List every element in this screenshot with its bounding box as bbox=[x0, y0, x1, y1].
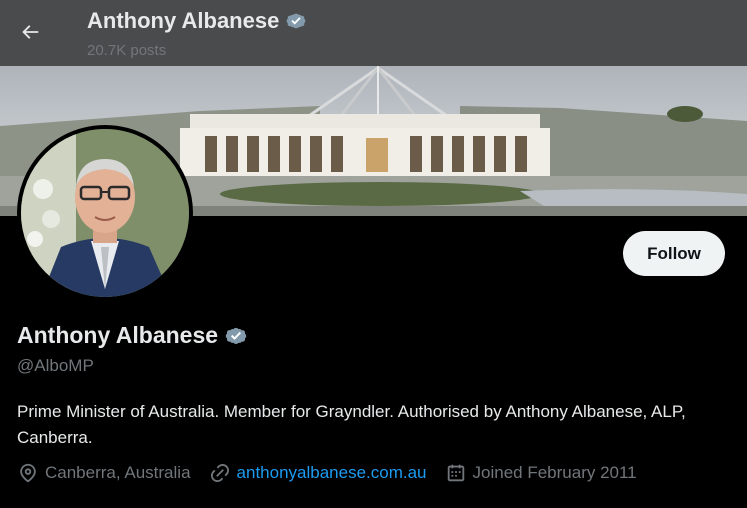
profile-avatar[interactable] bbox=[17, 125, 193, 301]
website-link[interactable]: anthonyalbanese.com.au bbox=[237, 463, 427, 483]
posts-count: 20.7K posts bbox=[87, 42, 167, 59]
profile-location: Canberra, Australia bbox=[17, 462, 191, 484]
verified-badge-icon bbox=[286, 13, 306, 29]
back-button[interactable] bbox=[14, 16, 46, 48]
profile-joined: Joined February 2011 bbox=[445, 462, 637, 484]
calendar-icon bbox=[447, 464, 464, 482]
location-pin-icon bbox=[20, 463, 36, 483]
profile-meta: Canberra, Australia anthonyalbanese.com.… bbox=[17, 462, 655, 484]
profile-bio: Prime Minister of Australia. Member for … bbox=[17, 402, 686, 447]
avatar-image bbox=[21, 129, 189, 297]
profile-handle: @AlboMP bbox=[17, 356, 94, 375]
follow-button[interactable]: Follow bbox=[623, 231, 725, 276]
joined-text: Joined February 2011 bbox=[472, 463, 637, 482]
profile-name: Anthony Albanese bbox=[17, 322, 219, 348]
profile-website: anthonyalbanese.com.au bbox=[209, 462, 427, 484]
link-icon bbox=[210, 463, 229, 483]
header-title: Anthony Albanese bbox=[87, 8, 307, 34]
profile-header-bar: Anthony Albanese 20.7K posts bbox=[0, 0, 747, 66]
header-name: Anthony Albanese bbox=[87, 8, 280, 33]
profile-name-row: Anthony Albanese bbox=[17, 322, 248, 349]
location-text: Canberra, Australia bbox=[45, 463, 191, 482]
arrow-left-icon bbox=[22, 25, 39, 39]
verified-badge-icon[interactable] bbox=[224, 324, 248, 348]
